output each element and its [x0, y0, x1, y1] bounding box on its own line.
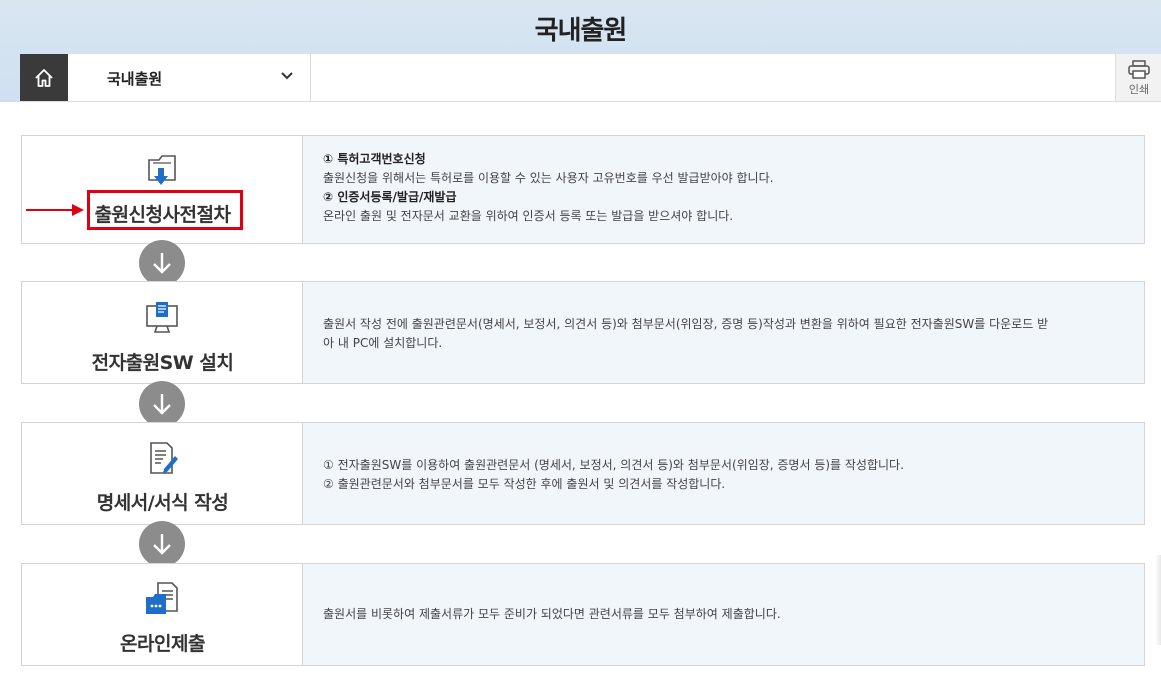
- arrow-down-icon: [153, 394, 171, 415]
- category-dropdown-value: 국내출원: [107, 70, 163, 88]
- step-connector: [139, 240, 185, 286]
- pointer-arrow: [26, 209, 74, 211]
- step-line: ① 특허고객번호신청: [323, 152, 426, 166]
- chevron-down-icon: [281, 72, 293, 80]
- arrow-down-icon: [153, 253, 171, 274]
- print-button[interactable]: 인쇄: [1115, 54, 1161, 101]
- step-line: 출원신청을 위해서는 특허로를 이용할 수 있는 사용자 고유번호를 우선 발급…: [323, 171, 774, 185]
- step-document-writing: 명세서/서식 작성 ① 전자출원SW를 이용하여 출원관련문서 (명세서, 보정…: [21, 422, 1145, 525]
- step-sw-install: 전자출원SW 설치 출원서 작성 전에 출원관련문서(명세서, 보정서, 의견서…: [21, 281, 1145, 384]
- step-title: 전자출원SW 설치: [91, 352, 234, 374]
- scrollbar-edge[interactable]: [1155, 555, 1161, 645]
- step-line: ② 출원관련문서와 첨부문서를 모두 작성한 후에 출원서 및 의견서를 작성합…: [323, 477, 726, 491]
- step-line: ① 전자출원SW를 이용하여 출원관련문서 (명세서, 보정서, 의견서 등)와…: [323, 458, 904, 472]
- page-title: 국내출원: [534, 16, 628, 46]
- step-application-preparation: 출원신청사전절차 ① 특허고객번호신청 출원신청을 위해서는 특허로를 이용할 …: [21, 135, 1145, 244]
- printer-icon: [1128, 60, 1150, 79]
- step-line: 출원서 작성 전에 출원관련문서(명세서, 보정서, 의견서 등)와 첨부문서(…: [323, 317, 1049, 331]
- step-line: 온라인 출원 및 전자문서 교환을 위하여 인증서 등록 또는 발급을 받으셔야…: [323, 209, 734, 223]
- step-title: 명세서/서식 작성: [96, 492, 229, 514]
- print-label: 인쇄: [1128, 83, 1150, 96]
- category-dropdown[interactable]: 국내출원: [68, 54, 311, 101]
- step-connector: [139, 381, 185, 427]
- folder-download-icon: [148, 155, 176, 185]
- document-edit-icon: [150, 442, 178, 474]
- online-submit-icon: [146, 582, 178, 614]
- home-button[interactable]: [20, 54, 68, 101]
- step-line: 아 내 PC에 설치합니다.: [323, 336, 443, 350]
- highlight-box: [87, 190, 243, 230]
- step-online-submit: 온라인제출 출원서를 비롯하여 제출서류가 모두 준비가 되었다면 관련서류를 …: [21, 563, 1145, 666]
- pointer-arrow-head: [72, 204, 84, 216]
- arrow-down-icon: [153, 534, 171, 555]
- home-icon: [35, 68, 53, 87]
- step-title: 온라인제출: [120, 633, 205, 655]
- computer-install-icon: [146, 302, 178, 333]
- breadcrumb-nav: 국내출원 인쇄: [20, 54, 1161, 102]
- step-line: ② 인증서등록/발급/재발급: [323, 190, 457, 204]
- step-connector: [139, 521, 185, 567]
- step-line: 출원서를 비롯하여 제출서류가 모두 준비가 되었다면 관련서류를 모두 첨부하…: [323, 607, 781, 621]
